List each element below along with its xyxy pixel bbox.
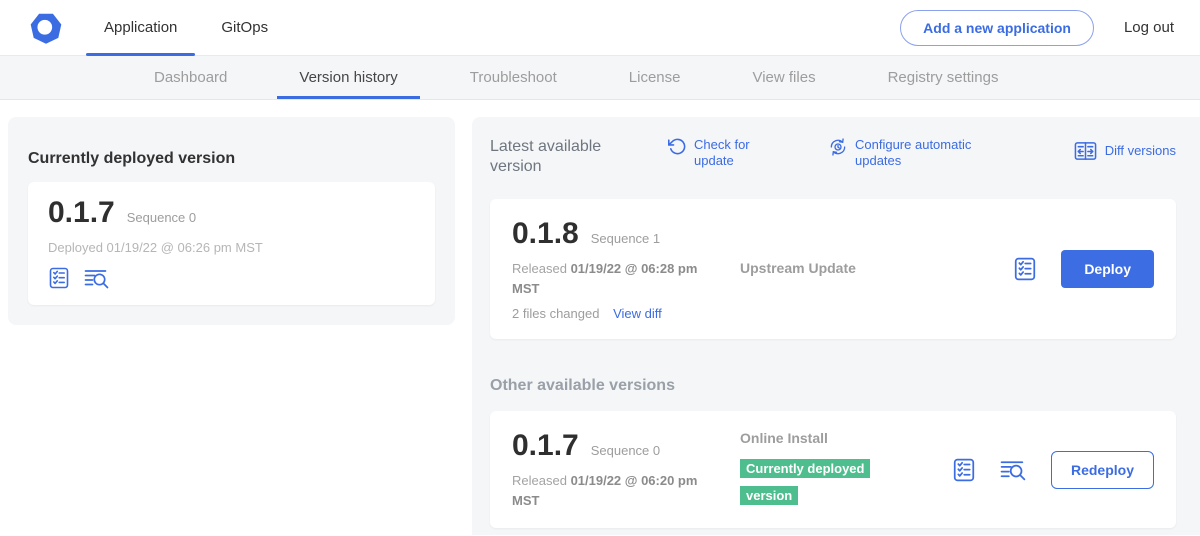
latest-available-title: Latest available version [490, 137, 640, 177]
other-version-actions: Redeploy [952, 451, 1154, 489]
view-logs-icon[interactable] [1000, 458, 1027, 481]
latest-version-card: 0.1.8 Sequence 1 Released 01/19/22 @ 06:… [490, 199, 1176, 339]
currently-deployed-panel: Currently deployed version 0.1.7 Sequenc… [8, 117, 455, 325]
released-prefix: Released [512, 473, 567, 488]
view-logs-icon[interactable] [84, 267, 110, 289]
configure-automatic-updates-link[interactable]: Configure automatic updates [828, 137, 986, 170]
other-version-source: Online Install Currently deployed versio… [740, 430, 952, 509]
latest-version-source: Upstream Update [740, 260, 1013, 278]
currently-deployed-title: Currently deployed version [28, 150, 435, 168]
latest-version-info: 0.1.8 Sequence 1 Released 01/19/22 @ 06:… [512, 217, 740, 321]
add-application-button[interactable]: Add a new application [900, 10, 1094, 46]
other-version-info: 0.1.7 Sequence 0 Released 01/19/22 @ 06:… [512, 429, 740, 510]
version-row: 0.1.7 Sequence 0 [48, 196, 415, 230]
check-update-icon [668, 137, 687, 156]
preflight-checks-icon[interactable] [952, 458, 976, 482]
diff-versions-icon [1074, 141, 1097, 161]
subnav-item-view-files[interactable]: View files [716, 56, 851, 99]
deployed-date: Deployed 01/19/22 @ 06:26 pm MST [48, 240, 415, 255]
latest-released-date: Released 01/19/22 @ 06:28 pm MST [512, 259, 702, 298]
latest-sequence-label: Sequence 1 [591, 231, 660, 246]
redeploy-button[interactable]: Redeploy [1051, 451, 1154, 489]
subnav-item-dashboard[interactable]: Dashboard [118, 56, 263, 99]
currently-deployed-badge-wrap: Currently deployed version [740, 455, 890, 509]
deployed-card-actions [48, 267, 415, 289]
top-bar-right: Add a new application Log out [900, 10, 1200, 46]
deployed-version-card: 0.1.7 Sequence 0 Deployed 01/19/22 @ 06:… [28, 182, 435, 305]
available-versions-panel: Latest available version Check for updat… [472, 117, 1200, 535]
other-version-number: 0.1.7 [512, 429, 579, 463]
subnav-item-version-history[interactable]: Version history [263, 56, 433, 99]
subnav-item-license[interactable]: License [593, 56, 717, 99]
files-changed-row: 2 files changed View diff [512, 306, 740, 321]
tab-application[interactable]: Application [82, 0, 199, 55]
latest-version-actions: Deploy [1013, 250, 1154, 288]
upstream-update-label: Upstream Update [740, 260, 856, 276]
deployed-sequence-label: Sequence 0 [127, 210, 196, 225]
currently-deployed-badge: Currently deployed version [740, 459, 870, 505]
configure-automatic-updates-label: Configure automatic updates [855, 137, 986, 170]
files-changed-label: 2 files changed [512, 306, 599, 321]
diff-versions-link[interactable]: Diff versions [1074, 141, 1176, 161]
preflight-checks-icon[interactable] [1013, 257, 1037, 281]
deploy-button[interactable]: Deploy [1061, 250, 1154, 288]
online-install-label: Online Install [740, 430, 952, 446]
logout-link[interactable]: Log out [1124, 19, 1174, 36]
other-released-date: Released 01/19/22 @ 06:20 pm MST [512, 471, 702, 510]
deployed-version-number: 0.1.7 [48, 196, 115, 230]
other-sequence-label: Sequence 0 [591, 443, 660, 458]
other-version-card: 0.1.7 Sequence 0 Released 01/19/22 @ 06:… [490, 411, 1176, 528]
main-content: Currently deployed version 0.1.7 Sequenc… [0, 100, 1200, 535]
top-tabs: Application GitOps [82, 0, 290, 55]
view-diff-link[interactable]: View diff [613, 306, 662, 321]
check-for-update-link[interactable]: Check for update [668, 137, 766, 170]
app-logo-icon [28, 10, 64, 46]
tab-gitops[interactable]: GitOps [199, 0, 290, 55]
available-versions-header: Latest available version Check for updat… [490, 137, 1176, 177]
top-bar: Application GitOps Add a new application… [0, 0, 1200, 56]
diff-versions-label: Diff versions [1105, 143, 1176, 159]
released-prefix: Released [512, 261, 567, 276]
automatic-updates-icon [828, 137, 848, 157]
app-subnav: Dashboard Version history Troubleshoot L… [0, 56, 1200, 100]
other-versions-title: Other available versions [490, 377, 1176, 395]
latest-version-number: 0.1.8 [512, 217, 579, 251]
preflight-checks-icon[interactable] [48, 267, 70, 289]
subnav-item-registry-settings[interactable]: Registry settings [852, 56, 1035, 99]
subnav-item-troubleshoot[interactable]: Troubleshoot [434, 56, 593, 99]
check-for-update-label: Check for update [694, 137, 766, 170]
